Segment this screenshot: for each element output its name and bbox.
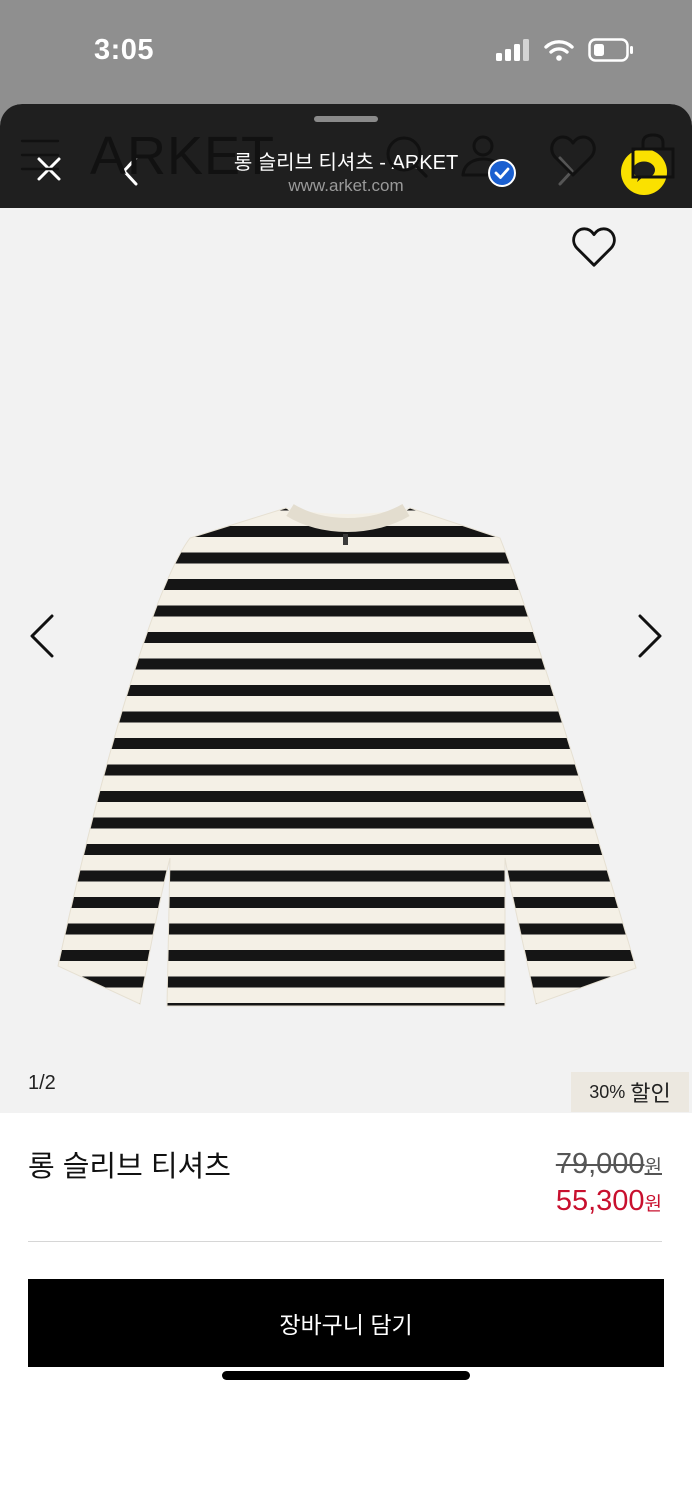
product-wishlist-icon[interactable] <box>571 225 617 269</box>
product-image <box>57 503 637 1007</box>
sheet-grabber[interactable] <box>314 116 378 122</box>
status-icons <box>496 38 634 62</box>
search-icon[interactable] <box>383 133 429 179</box>
account-icon[interactable] <box>461 133 519 191</box>
bag-icon[interactable] <box>630 133 676 179</box>
signal-icon <box>496 39 530 61</box>
discount-label: 할인 <box>630 1081 671 1106</box>
currency-unit: 원 <box>644 1194 662 1215</box>
status-bar: 3:05 <box>0 0 692 104</box>
wifi-icon <box>544 39 574 61</box>
currency-unit: 원 <box>644 1157 662 1178</box>
battery-icon <box>588 38 634 62</box>
gallery-next-icon[interactable] <box>636 612 664 660</box>
gallery-counter: 1/2 <box>28 1072 56 1094</box>
product-name: 롱 슬리브 티셔츠 <box>28 1151 231 1183</box>
discount-badge: 30% 할인 <box>571 1072 689 1112</box>
add-to-cart-button[interactable]: 장바구니 담기 <box>28 1279 664 1367</box>
product-image-gallery[interactable] <box>0 208 692 1113</box>
discount-percent: 30% <box>589 1081 626 1102</box>
original-price: 79,000원 <box>556 1148 662 1181</box>
original-price-value: 79,000 <box>555 1148 645 1180</box>
divider <box>28 1241 662 1242</box>
site-logo[interactable]: ARKET <box>90 125 275 187</box>
gallery-prev-icon[interactable] <box>28 612 56 660</box>
menu-icon[interactable] <box>20 138 60 172</box>
sale-price: 55,300원 <box>556 1185 662 1218</box>
status-time: 3:05 <box>94 34 155 66</box>
home-indicator[interactable] <box>222 1371 470 1380</box>
wishlist-icon[interactable] <box>549 133 596 179</box>
sale-price-value: 55,300 <box>555 1185 645 1217</box>
